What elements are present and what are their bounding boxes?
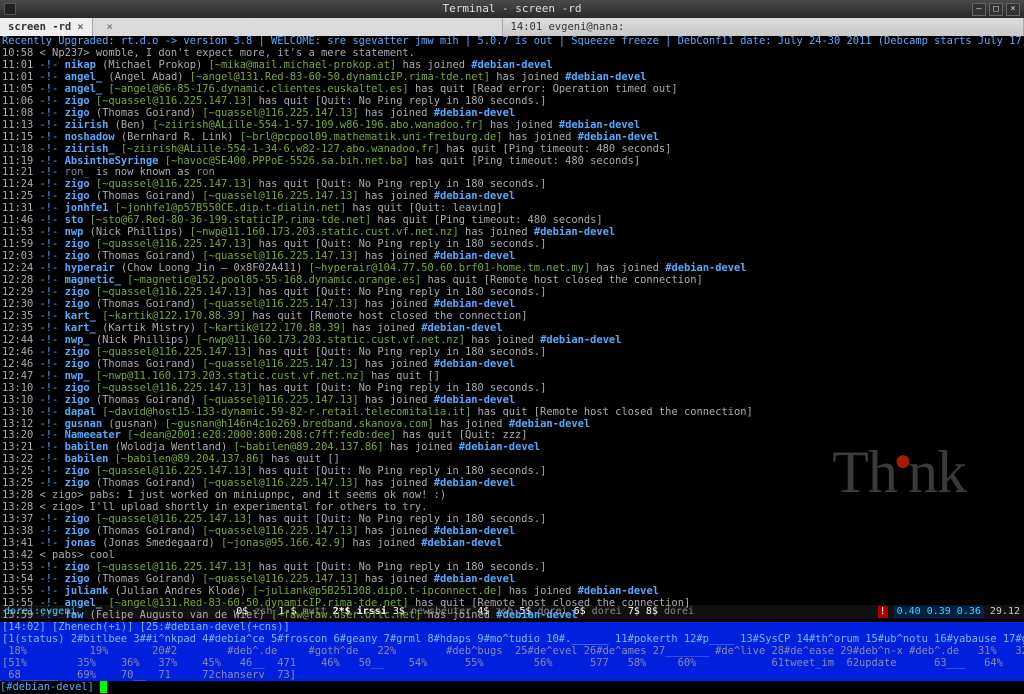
prompt-channel: [#debian-devel] xyxy=(0,681,94,693)
cursor xyxy=(100,681,107,693)
irc-line: 13:41 -!- jonas (Jonas Smedegaard) [~jon… xyxy=(2,538,1022,550)
irssi-status-windows-4: 68______ 69% 70__ 71 72chanserv 73] xyxy=(0,670,1024,682)
window-title-bar: Terminal - screen -rd – □ × xyxy=(0,0,1024,18)
close-icon[interactable]: × xyxy=(107,21,113,33)
window-title: Terminal - screen -rd xyxy=(442,3,581,16)
terminal-tabs: screen -rd × × 14:01 evgeni@nana: xyxy=(0,18,1024,36)
terminal-output[interactable]: Recently Upgraded: rt.d.o -> version 3.8… xyxy=(0,36,1024,622)
minimize-button[interactable]: – xyxy=(972,3,986,16)
close-button[interactable]: × xyxy=(1006,3,1020,16)
irssi-input-line[interactable]: [#debian-devel] xyxy=(0,681,1024,694)
window-icon xyxy=(4,3,16,15)
tab-screen[interactable]: screen -rd × xyxy=(0,18,93,36)
window-controls: – □ × xyxy=(972,3,1020,16)
close-icon[interactable]: × xyxy=(77,21,83,33)
tab-label: screen -rd xyxy=(8,21,71,33)
tab-blurred[interactable]: × xyxy=(93,18,503,36)
tab-label: 14:01 evgeni@nana: xyxy=(511,21,625,33)
irc-line: 13:59 -!- faw (Felipe Augusto van de Wie… xyxy=(2,610,1022,622)
tab-evgeni[interactable]: 14:01 evgeni@nana: xyxy=(503,18,1024,36)
maximize-button[interactable]: □ xyxy=(989,3,1003,16)
